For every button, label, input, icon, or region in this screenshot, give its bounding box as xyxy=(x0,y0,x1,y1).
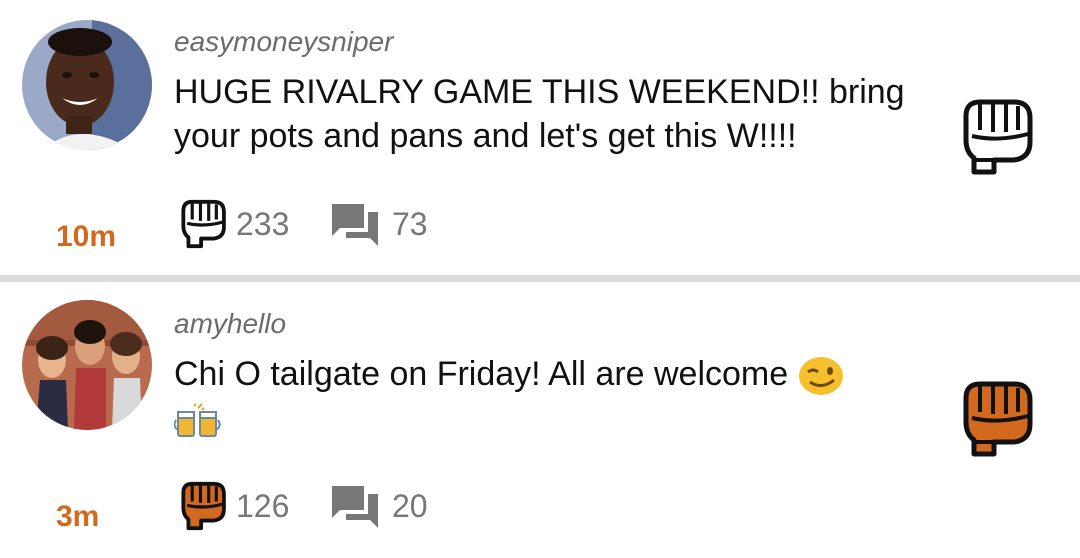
post-username[interactable]: easymoneysniper xyxy=(174,26,393,58)
fist-icon xyxy=(963,99,1033,175)
post-card[interactable]: amyhello Chi O tailgate on Friday! All a… xyxy=(0,282,1080,558)
fist-icon xyxy=(181,481,226,531)
post-feed: easymoneysniper HUGE RIVALRY GAME THIS W… xyxy=(0,0,1080,558)
user-avatar[interactable] xyxy=(22,300,152,430)
comment-button[interactable] xyxy=(330,202,380,248)
comment-button[interactable] xyxy=(330,484,380,530)
fist-bump-button[interactable] xyxy=(958,378,1036,460)
fist-count-button[interactable] xyxy=(176,198,230,250)
fist-count: 233 xyxy=(236,206,290,242)
post-message: HUGE RIVALRY GAME THIS WEEKEND!! bring y… xyxy=(174,73,905,155)
post-username[interactable]: amyhello xyxy=(174,308,286,340)
post-timestamp: 3m xyxy=(56,500,100,533)
fist-count-button[interactable] xyxy=(176,480,230,532)
fist-icon xyxy=(181,199,226,249)
user-avatar[interactable] xyxy=(22,20,152,150)
comment-count: 73 xyxy=(392,206,428,242)
post-timestamp: 10m xyxy=(56,220,117,253)
winking-face-emoji-icon xyxy=(798,356,844,396)
fist-bump-button[interactable] xyxy=(958,96,1036,178)
clinking-beer-mugs-emoji-icon xyxy=(174,400,222,440)
avatar-photo-icon xyxy=(22,300,152,430)
comment-count: 20 xyxy=(392,488,428,524)
fist-icon xyxy=(963,381,1033,457)
post-message-text: Chi O tailgate on Friday! All are welcom… xyxy=(174,355,789,393)
comment-icon xyxy=(332,486,378,528)
avatar-photo-icon xyxy=(22,20,152,150)
comment-icon xyxy=(332,204,378,246)
fist-count: 126 xyxy=(236,488,290,524)
post-card[interactable]: easymoneysniper HUGE RIVALRY GAME THIS W… xyxy=(0,0,1080,275)
post-message: Chi O tailgate on Friday! All are welcom… xyxy=(174,352,934,440)
